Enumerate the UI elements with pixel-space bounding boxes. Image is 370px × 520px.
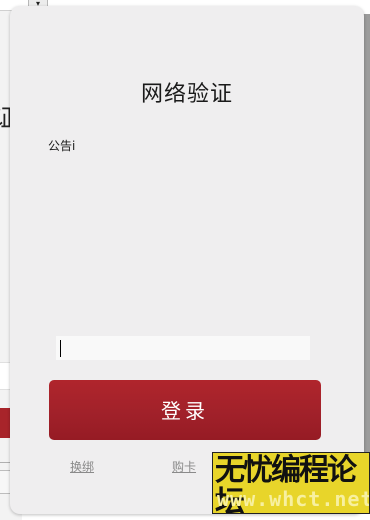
watermark-url: www.whct.net [217,487,370,511]
background-divider [0,462,10,463]
site-watermark: 无忧编程论坛 www.whct.net [212,452,370,514]
background-button-fragment [0,408,10,438]
login-button[interactable]: 登录 [49,380,321,440]
rebind-link[interactable]: 换绑 [70,458,94,475]
buy-card-link[interactable]: 购卡 [172,458,196,475]
notice-label: 公告i [48,139,76,153]
login-dialog: 网络验证 公告i 登录 换绑 购卡 [10,6,364,514]
card-key-input[interactable] [56,336,310,360]
dialog-title: 网络验证 [140,82,233,107]
text-caret [60,340,61,357]
screen: 证 ▾ 网络验证 公告i 登录 换绑 购卡 无忧编程论坛 www.whct.ne… [0,0,370,520]
